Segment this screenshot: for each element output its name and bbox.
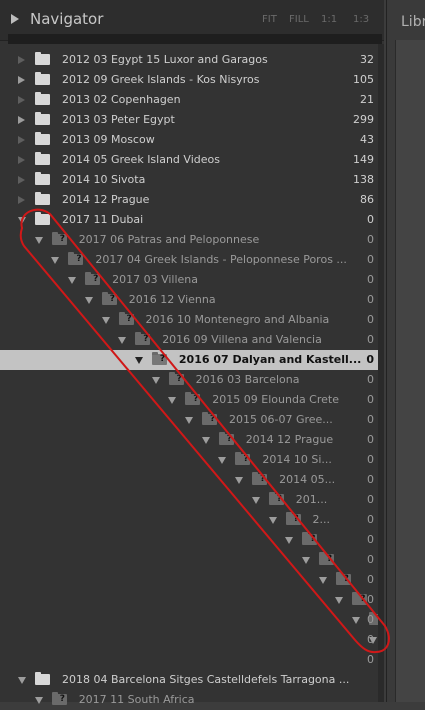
red-annotation-outline xyxy=(19,208,390,654)
annotation-overlay xyxy=(19,208,390,654)
